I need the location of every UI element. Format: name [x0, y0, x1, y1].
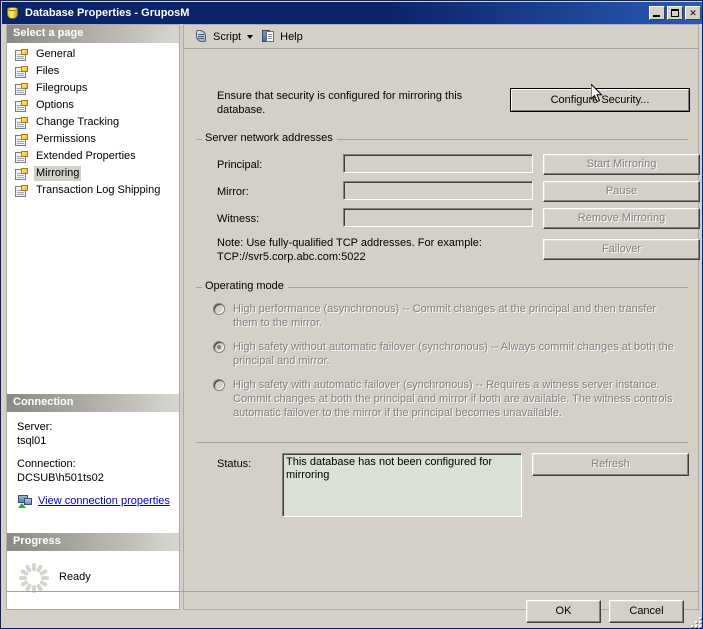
connection-info: Connection: DCSUB\h501ts02	[17, 457, 179, 485]
mirror-label: Mirror:	[217, 186, 249, 198]
refresh-button[interactable]: Refresh	[532, 453, 689, 476]
sidebar-item-files[interactable]: Files	[7, 63, 179, 80]
server-value: tsql01	[17, 435, 47, 447]
resize-grip[interactable]	[687, 613, 701, 627]
sidebar-item-label: Mirroring	[34, 166, 82, 181]
ok-button[interactable]: OK	[526, 600, 601, 623]
server-label: Server:	[17, 421, 53, 433]
toolbar: Script Help	[184, 25, 698, 49]
script-button[interactable]: Script	[190, 27, 257, 47]
connection-value: DCSUB\h501ts02	[17, 472, 104, 484]
page-icon	[14, 82, 30, 96]
radio-high-performance[interactable]: High performance (asynchronous) -- Commi…	[213, 302, 675, 330]
radio-high-safety-with-failover[interactable]: High safety with automatic failover (syn…	[213, 378, 675, 420]
sidebar-item-change-tracking[interactable]: Change Tracking	[7, 114, 179, 131]
radio-icon[interactable]	[213, 379, 225, 391]
sidebar-item-options[interactable]: Options	[7, 97, 179, 114]
right-pane: Script Help Ensure that security is conf…	[183, 24, 700, 610]
progress-header: Progress	[7, 533, 179, 551]
minimize-icon[interactable]	[649, 6, 665, 20]
footer-separator	[6, 591, 699, 592]
pause-button[interactable]: Pause	[543, 181, 700, 202]
view-connection-properties-link[interactable]: View connection properties	[38, 494, 170, 508]
remove-mirroring-button[interactable]: Remove Mirroring	[543, 208, 700, 229]
start-mirroring-button[interactable]: Start Mirroring	[543, 154, 700, 175]
sidebar-item-filegroups[interactable]: Filegroups	[7, 80, 179, 97]
server-network-addresses-group: Server network addresses Principal: Mirr…	[196, 132, 700, 263]
witness-label: Witness:	[217, 213, 260, 225]
sidebar-item-label: Permissions	[36, 133, 96, 145]
cancel-button[interactable]: Cancel	[609, 600, 684, 623]
radio-high-safety-no-failover[interactable]: High safety without automatic failover (…	[213, 340, 675, 368]
left-pane: Select a page General Files Filegroups O…	[6, 24, 180, 610]
intro-text: Ensure that security is configured for m…	[217, 90, 463, 116]
page-icon	[14, 48, 30, 62]
principal-input[interactable]	[343, 154, 533, 173]
status-label: Status:	[217, 458, 252, 470]
radio-high-safety-with-failover-label: High safety with automatic failover (syn…	[233, 379, 673, 419]
sidebar-item-mirroring[interactable]: Mirroring	[7, 165, 179, 182]
server-network-addresses-title: Server network addresses	[202, 132, 337, 144]
principal-label: Principal:	[217, 159, 263, 171]
connection-panel: Connection Server: tsql01 Connection: DC…	[7, 394, 179, 533]
sidebar-item-label: Files	[36, 65, 60, 77]
chevron-down-icon[interactable]	[247, 34, 254, 39]
connection-label: Connection:	[17, 458, 76, 470]
database-cylinder-icon	[6, 6, 20, 21]
progress-status-text: Ready	[59, 571, 91, 583]
radio-high-safety-no-failover-label: High safety without automatic failover (…	[233, 341, 674, 367]
sidebar-item-label: Options	[36, 99, 74, 111]
mirroring-page-content: Ensure that security is configured for m…	[184, 50, 700, 609]
window-title: Database Properties - GruposM	[25, 7, 190, 19]
sidebar-item-permissions[interactable]: Permissions	[7, 131, 179, 148]
radio-icon-selected[interactable]	[213, 341, 225, 353]
progress-spinner-icon	[19, 563, 50, 593]
sidebar-item-label: Filegroups	[36, 82, 88, 94]
mirror-input[interactable]	[343, 181, 533, 200]
tcp-note-text: Note: Use fully-qualified TCP addresses.…	[217, 237, 482, 263]
radio-icon[interactable]	[213, 303, 225, 315]
sidebar-item-general[interactable]: General	[7, 46, 179, 63]
connection-header: Connection	[7, 394, 179, 412]
title-bar: Database Properties - GruposM ✕	[2, 2, 702, 24]
status-separator	[196, 442, 688, 443]
page-icon	[14, 116, 30, 130]
sidebar-item-label: General	[36, 48, 76, 60]
maximize-icon[interactable]	[667, 6, 683, 20]
view-connection-properties-row[interactable]: View connection properties	[17, 494, 179, 508]
script-button-label: Script	[213, 30, 242, 43]
database-properties-window: Database Properties - GruposM ✕ Select a…	[0, 0, 703, 629]
page-icon	[14, 184, 30, 198]
failover-button[interactable]: Failover	[543, 239, 700, 260]
radio-high-performance-label: High performance (asynchronous) -- Commi…	[233, 303, 657, 329]
page-icon	[14, 150, 30, 164]
status-textbox[interactable]: This database has not been configured fo…	[282, 453, 522, 517]
page-icon	[14, 167, 30, 181]
page-icon	[14, 65, 30, 79]
operating-mode-title: Operating mode	[202, 280, 288, 292]
help-icon	[261, 29, 276, 44]
dialog-footer: OK Cancel	[2, 591, 702, 628]
close-icon[interactable]: ✕	[685, 6, 701, 20]
sidebar-item-label: Transaction Log Shipping	[36, 184, 161, 196]
sidebar-item-label: Change Tracking	[36, 116, 120, 128]
page-icon	[14, 133, 30, 147]
window-controls: ✕	[649, 6, 701, 20]
window-client-area: Select a page General Files Filegroups O…	[2, 24, 702, 628]
server-info: Server: tsql01	[17, 420, 179, 448]
page-icon	[14, 99, 30, 113]
configure-security-button[interactable]: Configure Security...	[510, 88, 690, 112]
sidebar-item-transaction-log-shipping[interactable]: Transaction Log Shipping	[7, 182, 179, 199]
script-icon	[194, 29, 209, 44]
select-a-page-header: Select a page	[7, 25, 179, 43]
configure-security-button-label: Configure Security...	[511, 89, 689, 111]
operating-mode-group: Operating mode High performance (asynchr…	[196, 280, 688, 422]
computer-connection-icon	[17, 494, 33, 508]
page-list: General Files Filegroups Options Change …	[7, 43, 179, 199]
sidebar-item-extended-properties[interactable]: Extended Properties	[7, 148, 179, 165]
sidebar-item-label: Extended Properties	[36, 150, 136, 162]
help-button[interactable]: Help	[257, 27, 307, 47]
witness-input[interactable]	[343, 208, 533, 227]
help-button-label: Help	[280, 30, 303, 43]
